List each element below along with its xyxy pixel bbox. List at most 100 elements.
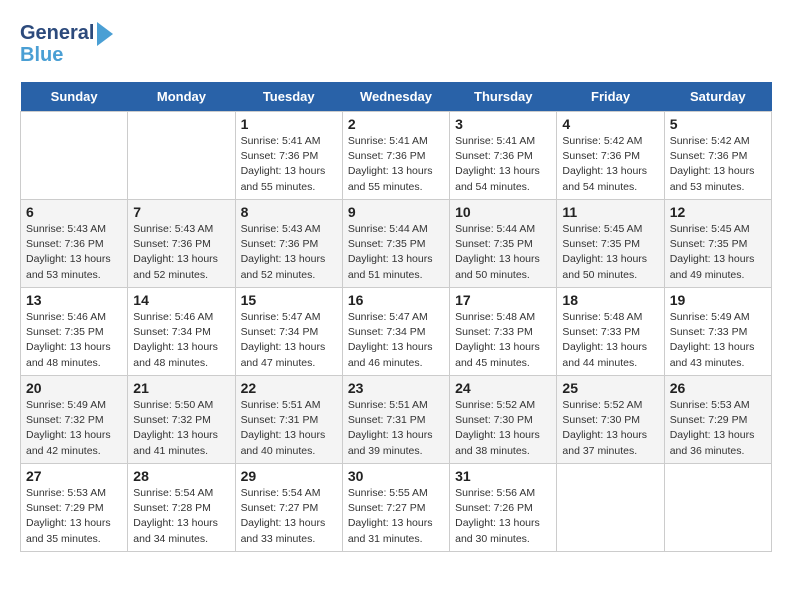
day-info: Sunrise: 5:48 AM Sunset: 7:33 PM Dayligh… (455, 310, 551, 371)
day-number: 27 (26, 468, 122, 484)
day-number: 8 (241, 204, 337, 220)
calendar-body: 1 Sunrise: 5:41 AM Sunset: 7:36 PM Daylig… (21, 112, 772, 552)
week-row-2: 6 Sunrise: 5:43 AM Sunset: 7:36 PM Daylig… (21, 200, 772, 288)
day-info: Sunrise: 5:47 AM Sunset: 7:34 PM Dayligh… (241, 310, 337, 371)
day-header-monday: Monday (128, 82, 235, 112)
day-number: 17 (455, 292, 551, 308)
day-info: Sunrise: 5:55 AM Sunset: 7:27 PM Dayligh… (348, 486, 444, 547)
calendar-header-row: SundayMondayTuesdayWednesdayThursdayFrid… (21, 82, 772, 112)
day-number: 2 (348, 116, 444, 132)
day-number: 28 (133, 468, 229, 484)
day-header-saturday: Saturday (664, 82, 771, 112)
calendar-cell: 7Sunrise: 5:43 AM Sunset: 7:36 PM Daylig… (128, 200, 235, 288)
day-number: 20 (26, 380, 122, 396)
calendar-cell: 19 Sunrise: 5:49 AM Sunset: 7:33 PM Dayli… (664, 288, 771, 376)
day-number: 18 (562, 292, 658, 308)
calendar-cell (664, 464, 771, 552)
day-number: 21 (133, 380, 229, 396)
day-number: 22 (241, 380, 337, 396)
calendar-cell (557, 464, 664, 552)
logo-general: General (20, 22, 94, 44)
day-number: 19 (670, 292, 766, 308)
day-info: Sunrise: 5:52 AM Sunset: 7:30 PM Dayligh… (562, 398, 658, 459)
calendar-cell: 4Sunrise: 5:42 AM Sunset: 7:36 PM Daylig… (557, 112, 664, 200)
day-number: 3 (455, 116, 551, 132)
calendar-cell: 11Sunrise: 5:45 AM Sunset: 7:35 PM Dayli… (557, 200, 664, 288)
calendar-cell: 5 Sunrise: 5:42 AM Sunset: 7:36 PM Daylig… (664, 112, 771, 200)
day-info: Sunrise: 5:50 AM Sunset: 7:32 PM Dayligh… (133, 398, 229, 459)
day-info: Sunrise: 5:48 AM Sunset: 7:33 PM Dayligh… (562, 310, 658, 371)
day-info: Sunrise: 5:41 AM Sunset: 7:36 PM Dayligh… (455, 134, 551, 195)
calendar-cell: 14 Sunrise: 5:46 AM Sunset: 7:34 PM Dayli… (128, 288, 235, 376)
week-row-1: 1 Sunrise: 5:41 AM Sunset: 7:36 PM Daylig… (21, 112, 772, 200)
calendar-cell: 20 Sunrise: 5:49 AM Sunset: 7:32 PM Dayli… (21, 376, 128, 464)
day-info: Sunrise: 5:41 AM Sunset: 7:36 PM Dayligh… (348, 134, 444, 195)
calendar-table: SundayMondayTuesdayWednesdayThursdayFrid… (20, 82, 772, 552)
day-number: 30 (348, 468, 444, 484)
day-header-friday: Friday (557, 82, 664, 112)
day-number: 25 (562, 380, 658, 396)
calendar-cell: 8 Sunrise: 5:43 AM Sunset: 7:36 PM Daylig… (235, 200, 342, 288)
day-info: Sunrise: 5:56 AM Sunset: 7:26 PM Dayligh… (455, 486, 551, 547)
day-info: Sunrise: 5:45 AM Sunset: 7:35 PM Dayligh… (670, 222, 766, 283)
day-number: 16 (348, 292, 444, 308)
day-info: Sunrise: 5:52 AM Sunset: 7:30 PM Dayligh… (455, 398, 551, 459)
day-info: Sunrise: 5:49 AM Sunset: 7:32 PM Dayligh… (26, 398, 122, 459)
day-info: Sunrise: 5:46 AM Sunset: 7:34 PM Dayligh… (133, 310, 229, 371)
day-info: Sunrise: 5:47 AM Sunset: 7:34 PM Dayligh… (348, 310, 444, 371)
day-number: 4 (562, 116, 658, 132)
page-header: General Blue (20, 20, 772, 66)
logo: General Blue (20, 20, 113, 66)
day-info: Sunrise: 5:45 AM Sunset: 7:35 PM Dayligh… (562, 222, 658, 283)
day-number: 23 (348, 380, 444, 396)
calendar-cell: 25 Sunrise: 5:52 AM Sunset: 7:30 PM Dayli… (557, 376, 664, 464)
calendar-cell: 17 Sunrise: 5:48 AM Sunset: 7:33 PM Dayli… (450, 288, 557, 376)
day-number: 29 (241, 468, 337, 484)
day-number: 6 (26, 204, 122, 220)
day-number: 5 (670, 116, 766, 132)
calendar-cell: 13Sunrise: 5:46 AM Sunset: 7:35 PM Dayli… (21, 288, 128, 376)
calendar-cell: 23 Sunrise: 5:51 AM Sunset: 7:31 PM Dayli… (342, 376, 449, 464)
day-number: 12 (670, 204, 766, 220)
day-number: 10 (455, 204, 551, 220)
day-number: 9 (348, 204, 444, 220)
calendar-cell: 10 Sunrise: 5:44 AM Sunset: 7:35 PM Dayli… (450, 200, 557, 288)
day-number: 14 (133, 292, 229, 308)
day-info: Sunrise: 5:44 AM Sunset: 7:35 PM Dayligh… (348, 222, 444, 283)
day-info: Sunrise: 5:51 AM Sunset: 7:31 PM Dayligh… (348, 398, 444, 459)
calendar-cell: 29 Sunrise: 5:54 AM Sunset: 7:27 PM Dayli… (235, 464, 342, 552)
day-number: 15 (241, 292, 337, 308)
day-info: Sunrise: 5:43 AM Sunset: 7:36 PM Dayligh… (133, 222, 229, 283)
day-info: Sunrise: 5:43 AM Sunset: 7:36 PM Dayligh… (241, 222, 337, 283)
calendar-cell (21, 112, 128, 200)
calendar-cell: 22 Sunrise: 5:51 AM Sunset: 7:31 PM Dayli… (235, 376, 342, 464)
day-info: Sunrise: 5:53 AM Sunset: 7:29 PM Dayligh… (26, 486, 122, 547)
logo-arrow-icon (97, 22, 113, 46)
calendar-cell: 24 Sunrise: 5:52 AM Sunset: 7:30 PM Dayli… (450, 376, 557, 464)
day-info: Sunrise: 5:42 AM Sunset: 7:36 PM Dayligh… (670, 134, 766, 195)
day-info: Sunrise: 5:51 AM Sunset: 7:31 PM Dayligh… (241, 398, 337, 459)
calendar-cell: 15 Sunrise: 5:47 AM Sunset: 7:34 PM Dayli… (235, 288, 342, 376)
day-number: 26 (670, 380, 766, 396)
day-number: 24 (455, 380, 551, 396)
week-row-5: 27 Sunrise: 5:53 AM Sunset: 7:29 PM Dayli… (21, 464, 772, 552)
calendar-cell: 31Sunrise: 5:56 AM Sunset: 7:26 PM Dayli… (450, 464, 557, 552)
day-info: Sunrise: 5:53 AM Sunset: 7:29 PM Dayligh… (670, 398, 766, 459)
day-info: Sunrise: 5:54 AM Sunset: 7:28 PM Dayligh… (133, 486, 229, 547)
day-header-tuesday: Tuesday (235, 82, 342, 112)
calendar-cell: 30 Sunrise: 5:55 AM Sunset: 7:27 PM Dayli… (342, 464, 449, 552)
calendar-cell: 28 Sunrise: 5:54 AM Sunset: 7:28 PM Dayli… (128, 464, 235, 552)
day-info: Sunrise: 5:44 AM Sunset: 7:35 PM Dayligh… (455, 222, 551, 283)
calendar-cell: 6Sunrise: 5:43 AM Sunset: 7:36 PM Daylig… (21, 200, 128, 288)
logo-blue: Blue (20, 44, 113, 66)
calendar-cell: 3 Sunrise: 5:41 AM Sunset: 7:36 PM Daylig… (450, 112, 557, 200)
week-row-3: 13Sunrise: 5:46 AM Sunset: 7:35 PM Dayli… (21, 288, 772, 376)
calendar-cell (128, 112, 235, 200)
day-info: Sunrise: 5:46 AM Sunset: 7:35 PM Dayligh… (26, 310, 122, 371)
day-info: Sunrise: 5:49 AM Sunset: 7:33 PM Dayligh… (670, 310, 766, 371)
day-info: Sunrise: 5:54 AM Sunset: 7:27 PM Dayligh… (241, 486, 337, 547)
calendar-cell: 1Sunrise: 5:41 AM Sunset: 7:36 PM Daylig… (235, 112, 342, 200)
calendar-cell: 26 Sunrise: 5:53 AM Sunset: 7:29 PM Dayli… (664, 376, 771, 464)
day-number: 1 (241, 116, 337, 132)
calendar-cell: 16 Sunrise: 5:47 AM Sunset: 7:34 PM Dayli… (342, 288, 449, 376)
